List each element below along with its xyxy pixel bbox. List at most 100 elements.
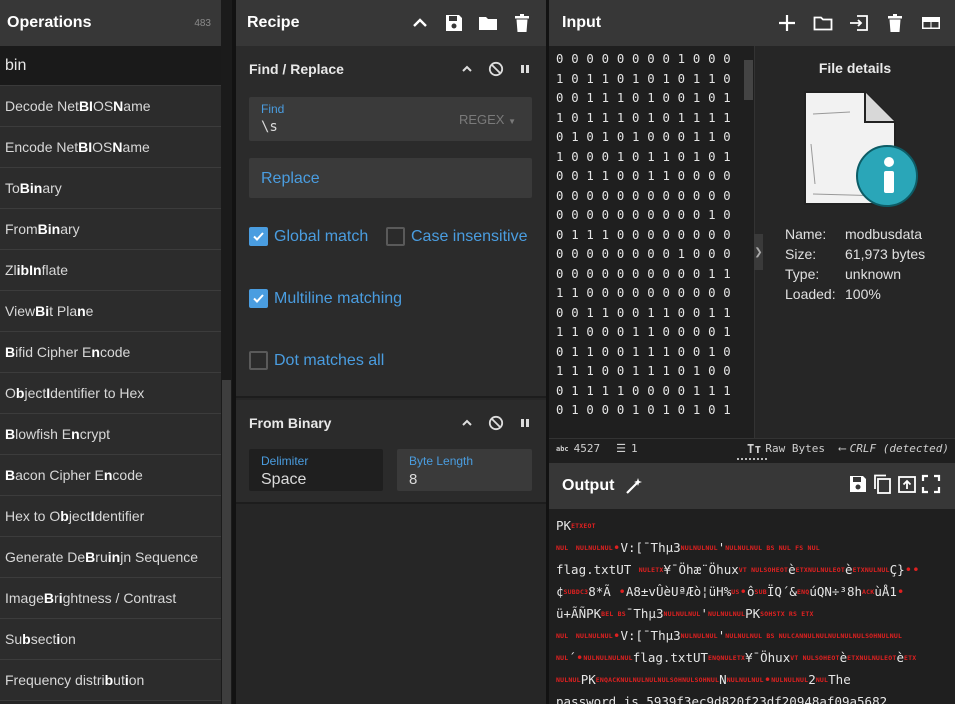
recipe-title: Recipe — [247, 14, 300, 31]
operation-item[interactable]: View Bi t Pla n e — [0, 291, 221, 332]
caret-down-icon: ▼ — [508, 117, 516, 126]
control-char: NULNULNUL — [708, 610, 746, 618]
operation-item[interactable]: Frequency distri b ut i on — [0, 660, 221, 701]
output-chars: ´ — [568, 650, 576, 665]
match-highlight: B — [5, 467, 16, 483]
output-line: NUL NULNULNUL•V:[¯Thµ3NULNULNUL'NULNULNU… — [556, 625, 948, 647]
output-chars: ¯Thµ3 — [625, 606, 664, 621]
output-chars: è — [845, 562, 853, 577]
chevron-up-icon[interactable] — [460, 62, 474, 76]
copy-icon[interactable] — [872, 474, 892, 494]
control-char: NULNULNUL — [680, 544, 718, 552]
chevron-right-icon: ❯ — [754, 246, 763, 258]
chevron-up-icon[interactable] — [460, 416, 474, 430]
output-chars: N — [719, 672, 727, 687]
delimiter-field[interactable]: Delimiter Space — [249, 449, 383, 491]
output-line: NUL NULNULNUL•V:[¯Thµ3NULNULNUL'NULNULNU… — [556, 537, 948, 559]
match-highlight: b — [60, 508, 69, 524]
operations-scrollbar[interactable] — [221, 0, 232, 704]
raw-bytes-toggle[interactable]: Tт Raw Bytes — [747, 442, 825, 456]
case-insensitive-checkbox[interactable]: Case insensitive — [386, 227, 528, 246]
disable-icon[interactable] — [488, 415, 504, 431]
dot-matches-all-label: Dot matches all — [274, 351, 385, 369]
input-textarea[interactable]: 0 0 0 0 0 0 0 0 1 0 0 0 1 0 1 1 0 1 0 1 … — [549, 46, 752, 438]
layout-icon[interactable] — [921, 13, 941, 33]
disable-icon[interactable] — [488, 61, 504, 77]
save-icon[interactable] — [444, 13, 464, 33]
find-mode-dropdown[interactable]: REGEX ▼ — [459, 112, 516, 127]
operation-item[interactable]: Encode Net BI OS Name — [0, 127, 221, 168]
control-char: SOHSTX RS ETX — [760, 610, 814, 618]
folder-icon[interactable] — [478, 13, 498, 33]
operation-text: ut — [113, 672, 125, 688]
pause-icon[interactable] — [518, 62, 532, 76]
output-line: NUL´•NULNULNULNULflag.txtUTENQNULETX¥¯Öh… — [556, 647, 948, 669]
operation-text: ary — [42, 180, 62, 196]
operation-text: ject — [68, 508, 91, 524]
operation-item[interactable]: To Bin ary — [0, 168, 221, 209]
checkbox-checked[interactable] — [249, 289, 268, 308]
operation-item[interactable]: Bifid Cipher En code — [0, 332, 221, 373]
operation-item[interactable]: Zl ib In flate — [0, 250, 221, 291]
replace-input-icon[interactable] — [897, 474, 917, 494]
output-chars: 8*Ã — [588, 584, 619, 599]
eol-selector[interactable]: ⟵ CRLF (detected) — [839, 442, 949, 455]
find-field[interactable]: Find \s REGEX ▼ — [249, 97, 532, 141]
folder-outline-icon[interactable] — [813, 13, 833, 33]
global-match-checkbox[interactable]: Global match — [249, 227, 368, 246]
scrollbar-thumb[interactable] — [222, 380, 231, 704]
panel-divider[interactable] — [232, 0, 236, 704]
trash-icon[interactable] — [885, 13, 905, 33]
operation-item[interactable]: Generate De Bru in jn Sequence — [0, 537, 221, 578]
checkbox-checked[interactable] — [249, 227, 268, 246]
dot-matches-all-checkbox[interactable]: Dot matches all — [249, 351, 384, 370]
operation-text: code — [99, 344, 131, 360]
trash-icon[interactable] — [512, 13, 532, 33]
operations-search[interactable] — [0, 46, 221, 86]
replace-field[interactable]: Replace — [249, 158, 532, 198]
control-char: ETX — [904, 654, 917, 662]
operation-text: ame — [122, 139, 150, 155]
match-highlight: in — [107, 549, 121, 565]
operation-item[interactable]: Hex to Ob ject Identifier — [0, 496, 221, 537]
control-char: NULNULNUL — [663, 610, 701, 618]
checkbox-unchecked[interactable] — [386, 227, 405, 246]
pause-icon[interactable] — [518, 416, 532, 430]
output-chars: PK — [556, 518, 572, 533]
save-icon[interactable] — [848, 474, 868, 494]
operation-item[interactable]: Blowfish En crypt — [0, 414, 221, 455]
checkbox-unchecked[interactable] — [249, 351, 268, 370]
find-label: Find — [261, 102, 285, 116]
operation-item[interactable]: Bacon Cipher En code — [0, 455, 221, 496]
byte-length-field[interactable]: Byte Length 8 — [397, 449, 532, 491]
collapse-file-details-button[interactable]: ❯ — [754, 234, 763, 270]
resize-handle[interactable] — [737, 458, 767, 461]
input-file-icon[interactable] — [849, 13, 869, 33]
output-chars: flag.txtUT — [556, 562, 639, 577]
operation-item[interactable]: Su b sect i on — [0, 619, 221, 660]
operation-item[interactable]: From Bin ary — [0, 209, 221, 250]
operation-text: t Pla — [49, 303, 78, 319]
magic-wand-icon[interactable] — [624, 476, 644, 496]
operation-item[interactable]: Image Br i ghtness / Contrast — [0, 578, 221, 619]
input-scrollbar[interactable] — [744, 60, 753, 100]
operation-text: ject — [24, 385, 47, 401]
chevron-up-icon[interactable] — [410, 13, 430, 33]
search-input[interactable] — [5, 56, 205, 75]
output-title: Output — [562, 477, 615, 494]
add-icon[interactable] — [777, 13, 797, 33]
operation-text: Su — [5, 631, 23, 647]
output-chars: V:[¯Thµ3 — [620, 628, 681, 643]
operation-text: flate — [41, 262, 69, 278]
operation-item[interactable]: Decode Net BI OS Name — [0, 86, 221, 127]
output-chars: ' — [700, 606, 709, 621]
output-text[interactable]: PKETXEOT NUL NULNULNUL•V:[¯Thµ3NULNULNUL'… — [549, 509, 955, 704]
operation-item[interactable]: Ob ject Identifier to Hex — [0, 373, 221, 414]
multiline-checkbox[interactable]: Multiline matching — [249, 289, 402, 308]
operation-text: ru — [95, 549, 108, 565]
operation-text: code — [112, 467, 143, 483]
match-highlight: n — [77, 303, 86, 319]
control-char: NULNULNUL — [680, 632, 718, 640]
control-char: NULNULNULNUL — [583, 654, 633, 662]
maximize-icon[interactable] — [921, 474, 941, 494]
